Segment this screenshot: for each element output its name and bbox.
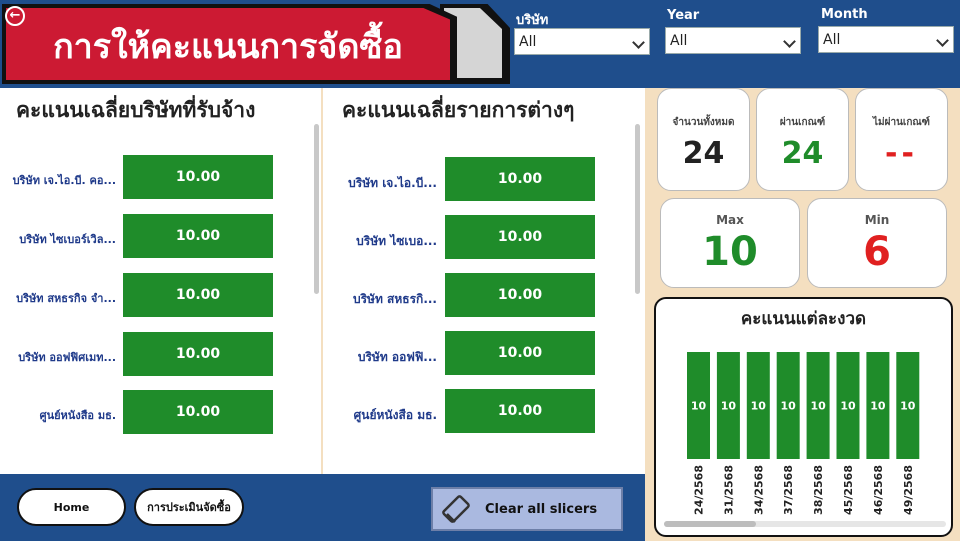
chart-data-label: 10: [870, 400, 886, 413]
filter-year-dropdown[interactable]: All: [665, 27, 801, 54]
company-avg-title: คะแนนเฉลี่ยบริษัทที่รับจ้าง: [16, 98, 256, 122]
company-row-label: บริษัท เจ.ไอ.บี. คอ...: [12, 174, 116, 187]
item-score-bar[interactable]: 10.00: [445, 157, 595, 201]
kpi-min-label: Min: [864, 213, 890, 227]
company-row-label: บริษัท สหธรกิจ จำ...: [16, 292, 116, 305]
chart-x-tick-label: 34/2568: [752, 465, 765, 515]
filter-company-dropdown[interactable]: All: [514, 28, 650, 55]
kpi-max-value: 10: [702, 229, 758, 275]
item-score-bar[interactable]: 10.00: [445, 331, 595, 375]
item-score-bar[interactable]: 10.00: [445, 215, 595, 259]
column-divider: [321, 88, 323, 474]
filter-company-value: All: [519, 34, 537, 50]
eraser-icon: [441, 494, 471, 524]
page-title: การให้คะแนนการจัดซื้อ: [53, 27, 403, 67]
kpi-max-label: Max: [716, 213, 744, 227]
period-score-chart: 10 24/2568 10 31/2568 10 34/2568 10 37/2568 10 38…: [687, 352, 920, 515]
company-score-bar[interactable]: 10.00: [123, 390, 273, 434]
chevron-down-icon: [783, 35, 796, 48]
kpi-total-label: จำนวนทั้งหมด: [672, 117, 735, 128]
chart-x-tick-label: 45/2568: [842, 465, 855, 515]
chart-data-label: 10: [810, 400, 826, 413]
item-table-scrollbar[interactable]: [635, 124, 640, 294]
chart-x-tick-label: 37/2568: [782, 465, 795, 515]
item-row-label: บริษัท เจ.ไอ.บี...: [348, 176, 437, 190]
kpi-total-card: จำนวนทั้งหมด 24: [657, 88, 750, 191]
chart-data-label: 10: [691, 400, 707, 413]
item-score-bar[interactable]: 10.00: [445, 389, 595, 433]
evaluation-button[interactable]: การประเมินจัดซื้อ: [134, 488, 244, 526]
kpi-max-card: Max 10: [660, 198, 800, 288]
clear-slicers-button[interactable]: Clear all slicers: [431, 487, 623, 531]
chevron-down-icon: [936, 34, 949, 47]
kpi-pass-card: ผ่านเกณฑ์ 24: [756, 88, 849, 191]
chart-x-tick-label: 49/2568: [902, 465, 915, 515]
filter-month-value: All: [823, 32, 841, 48]
chart-data-label: 10: [721, 400, 737, 413]
kpi-fail-value: --: [885, 136, 918, 171]
back-arrow-icon[interactable]: ←: [5, 6, 25, 26]
company-row-label: บริษัท ออฟฟิศเมท...: [18, 351, 116, 364]
company-score-bar[interactable]: 10.00: [123, 332, 273, 376]
filter-month-dropdown[interactable]: All: [818, 26, 954, 53]
chart-x-tick-label: 46/2568: [872, 465, 885, 515]
company-score-bar[interactable]: 10.00: [123, 214, 273, 258]
kpi-pass-value: 24: [781, 136, 824, 171]
kpi-min-value: 6: [863, 229, 891, 275]
chart-data-label: 10: [781, 400, 797, 413]
chart-data-label: 10: [840, 400, 856, 413]
chart-x-tick-label: 31/2568: [722, 465, 735, 515]
home-button[interactable]: Home: [17, 488, 126, 526]
kpi-fail-label: ไม่ผ่านเกณฑ์: [873, 117, 930, 128]
chart-scrollbar[interactable]: [664, 521, 946, 527]
kpi-pass-label: ผ่านเกณฑ์: [779, 117, 826, 128]
filter-year-value: All: [670, 33, 688, 49]
company-row-label: ศูนย์หนังสือ มธ.: [39, 409, 116, 422]
item-row-label: บริษัท ไซเบอ...: [356, 234, 437, 248]
chevron-down-icon: [632, 36, 645, 49]
chart-x-tick-label: 38/2568: [812, 465, 825, 515]
kpi-total-value: 24: [682, 136, 725, 171]
company-score-bar[interactable]: 10.00: [123, 273, 273, 317]
item-avg-title: คะแนนเฉลี่ยรายการต่างๆ: [342, 98, 575, 122]
chart-scrollbar-thumb[interactable]: [664, 521, 756, 527]
company-score-bar[interactable]: 10.00: [123, 155, 273, 199]
filter-month-label: Month: [821, 7, 868, 22]
item-row-label: ศูนย์หนังสือ มธ.: [353, 408, 437, 422]
period-score-chart-card: คะแนนแต่ละงวด 10 24/2568 10 31/2568 10 34/256…: [654, 297, 953, 537]
title-banner: การให้คะแนนการจัดซื้อ: [6, 8, 450, 80]
item-row-label: บริษัท ออฟฟิ...: [357, 350, 437, 364]
clear-slicers-label: Clear all slicers: [485, 501, 598, 517]
item-row-label: บริษัท สหธรกิ...: [352, 292, 437, 306]
chart-x-tick-label: 24/2568: [693, 465, 706, 515]
company-row-label: บริษัท ไซเบอร์เวิล...: [19, 233, 116, 246]
kpi-min-card: Min 6: [807, 198, 947, 288]
chart-data-label: 10: [900, 400, 916, 413]
filter-company-label: บริษัท: [516, 13, 549, 28]
kpi-fail-card: ไม่ผ่านเกณฑ์ --: [855, 88, 948, 191]
item-score-bar[interactable]: 10.00: [445, 273, 595, 317]
company-table-scrollbar[interactable]: [314, 124, 319, 294]
filter-year-label: Year: [667, 8, 700, 23]
chart-data-label: 10: [751, 400, 767, 413]
